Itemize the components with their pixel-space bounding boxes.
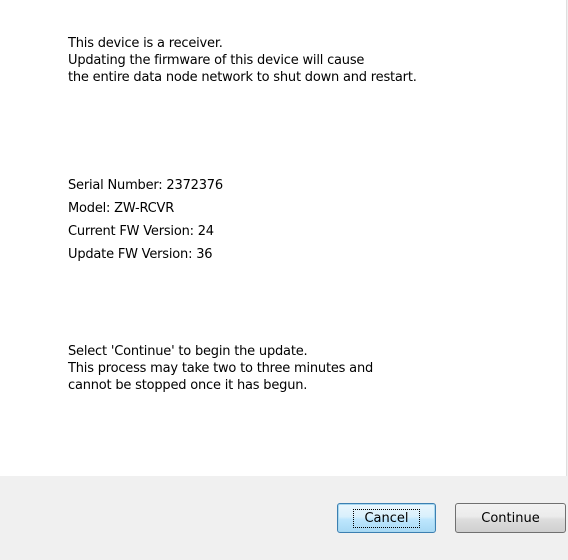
current-fw-version-label: Current FW Version: 24 bbox=[68, 224, 214, 239]
instruction-line: This process may take two to three minut… bbox=[68, 361, 374, 376]
model-label: Model: ZW-RCVR bbox=[68, 201, 175, 216]
cancel-button[interactable]: Cancel bbox=[337, 503, 436, 533]
receiver-warning-text: This device is a receiver. Updating the … bbox=[68, 35, 417, 86]
cancel-button-label: Cancel bbox=[353, 508, 420, 528]
warning-line: This device is a receiver. bbox=[68, 36, 223, 51]
update-fw-version-label: Update FW Version: 36 bbox=[68, 247, 213, 262]
message-panel: This device is a receiver. Updating the … bbox=[0, 0, 567, 476]
continue-instruction-text: Select 'Continue' to begin the update. T… bbox=[68, 343, 373, 394]
continue-button[interactable]: Continue bbox=[455, 503, 566, 533]
warning-line: the entire data node network to shut dow… bbox=[68, 70, 417, 85]
warning-line: Updating the firmware of this device wil… bbox=[68, 53, 365, 68]
firmware-update-dialog: This device is a receiver. Updating the … bbox=[0, 0, 568, 560]
serial-number-label: Serial Number: 2372376 bbox=[68, 178, 223, 193]
instruction-line: cannot be stopped once it has begun. bbox=[68, 378, 308, 393]
device-info: Serial Number: 2372376 Model: ZW-RCVR Cu… bbox=[68, 177, 223, 269]
instruction-line: Select 'Continue' to begin the update. bbox=[68, 344, 308, 359]
